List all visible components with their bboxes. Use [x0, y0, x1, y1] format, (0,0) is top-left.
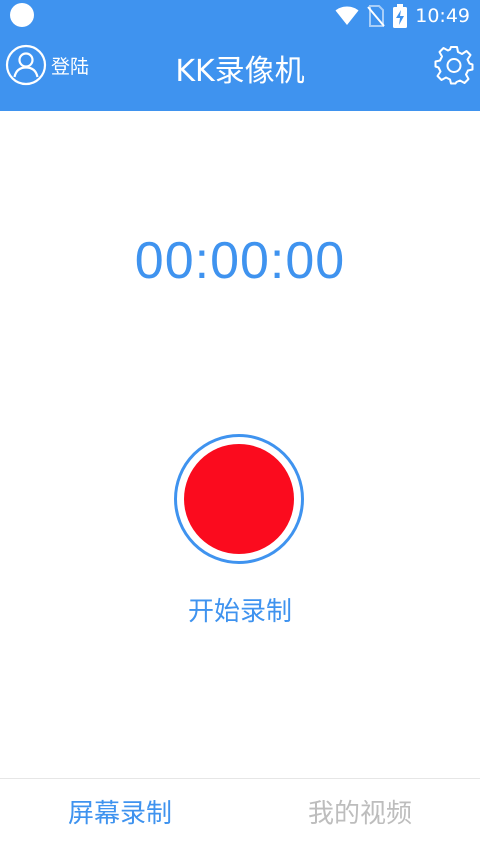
- screen: 10:49 KK录像机 登陆 00:00:00 开始录制 屏幕录制 我的视频: [0, 0, 480, 844]
- notification-dot-icon: [10, 3, 34, 27]
- login-label: 登陆: [51, 55, 90, 78]
- battery-charging-icon: [393, 4, 408, 28]
- no-sim-icon: [367, 5, 385, 27]
- tab-screen-recording[interactable]: 屏幕录制: [0, 779, 240, 844]
- record-button[interactable]: [174, 434, 304, 564]
- wifi-icon: [335, 6, 359, 25]
- record-label[interactable]: 开始录制: [0, 590, 480, 634]
- tab-my-videos[interactable]: 我的视频: [240, 779, 480, 844]
- status-bar: 10:49: [0, 0, 480, 32]
- app-bar: KK录像机 登陆: [0, 32, 480, 111]
- record-dot-icon: [184, 444, 294, 554]
- recording-timer: 00:00:00: [134, 232, 346, 290]
- status-icons: 10:49: [335, 0, 470, 32]
- user-icon: [5, 44, 47, 86]
- gear-icon: [434, 46, 474, 85]
- status-time: 10:49: [415, 5, 470, 27]
- bottom-nav: 屏幕录制 我的视频: [0, 778, 480, 844]
- settings-button[interactable]: [434, 45, 474, 85]
- login-button[interactable]: 登陆: [5, 44, 89, 86]
